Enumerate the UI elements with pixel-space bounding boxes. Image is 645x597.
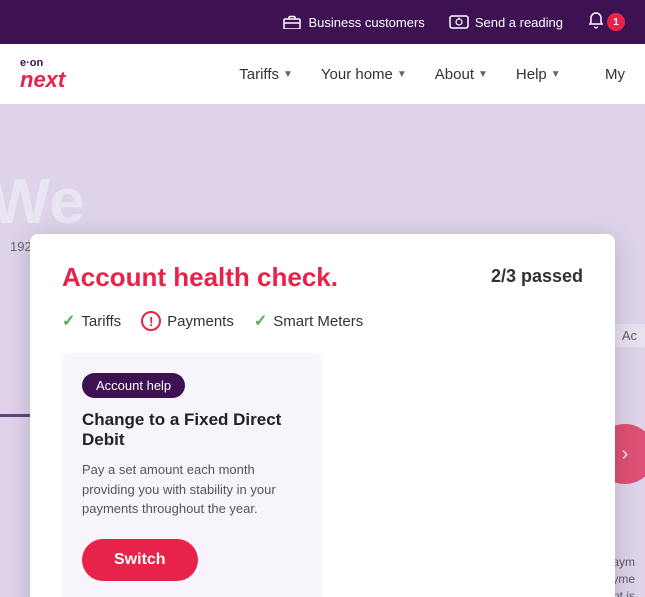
modal-header: Account health check. 2/3 passed [62,262,583,293]
payments-check-label: Payments [167,313,234,330]
your-home-chevron-icon: ▼ [397,69,407,80]
card-description: Pay a set amount each month providing yo… [82,460,302,519]
notification-bell[interactable]: 1 [587,11,625,34]
tariffs-chevron-icon: ▼ [283,69,293,80]
business-customers-label: Business customers [308,15,424,30]
help-chevron-icon: ▼ [551,69,561,80]
smart-meters-check-label: Smart Meters [273,313,363,330]
tariffs-check-label: Tariffs [81,313,121,330]
payments-warning-icon: ! [141,311,161,331]
nav-tariffs[interactable]: Tariffs ▼ [225,44,307,104]
top-bar: Business customers Send a reading 1 [0,0,645,44]
account-health-modal: Account health check. 2/3 passed ✓ Tarif… [30,234,615,597]
about-chevron-icon: ▼ [478,69,488,80]
logo[interactable]: e·on next [20,58,65,91]
tariffs-check-icon: ✓ [62,311,75,331]
account-help-card: Account help Change to a Fixed Direct De… [62,353,322,597]
meter-icon [449,14,469,30]
card-badge: Account help [82,373,185,398]
nav-bar: e·on next Tariffs ▼ Your home ▼ About ▼ … [0,44,645,104]
about-label: About [435,66,474,83]
card-title: Change to a Fixed Direct Debit [82,410,302,450]
nav-about[interactable]: About ▼ [421,44,502,104]
business-customers-link[interactable]: Business customers [282,14,424,30]
modal-title: Account health check. [62,262,338,293]
logo-next-text: next [20,69,65,91]
nav-my[interactable]: My [605,66,625,83]
briefcase-icon [282,14,302,30]
send-reading-link[interactable]: Send a reading [449,14,563,30]
tariffs-label: Tariffs [239,66,279,83]
page-background: We 192 G Ac › t paym payme ment is s aft… [0,104,645,597]
nav-your-home[interactable]: Your home ▼ [307,44,421,104]
smart-meters-check-icon: ✓ [254,311,267,331]
nav-help[interactable]: Help ▼ [502,44,575,104]
my-label: My [605,66,625,83]
your-home-label: Your home [321,66,393,83]
check-payments: ! Payments [141,311,234,331]
bell-icon [587,11,605,34]
modal-checks: ✓ Tariffs ! Payments ✓ Smart Meters [62,311,583,331]
notification-count: 1 [607,13,625,31]
check-smart-meters: ✓ Smart Meters [254,311,363,331]
switch-button[interactable]: Switch [82,539,198,581]
send-reading-label: Send a reading [475,15,563,30]
check-tariffs: ✓ Tariffs [62,311,121,331]
help-label: Help [516,66,547,83]
modal-passed: 2/3 passed [491,262,583,287]
nav-items: Tariffs ▼ Your home ▼ About ▼ Help ▼ [225,44,605,104]
